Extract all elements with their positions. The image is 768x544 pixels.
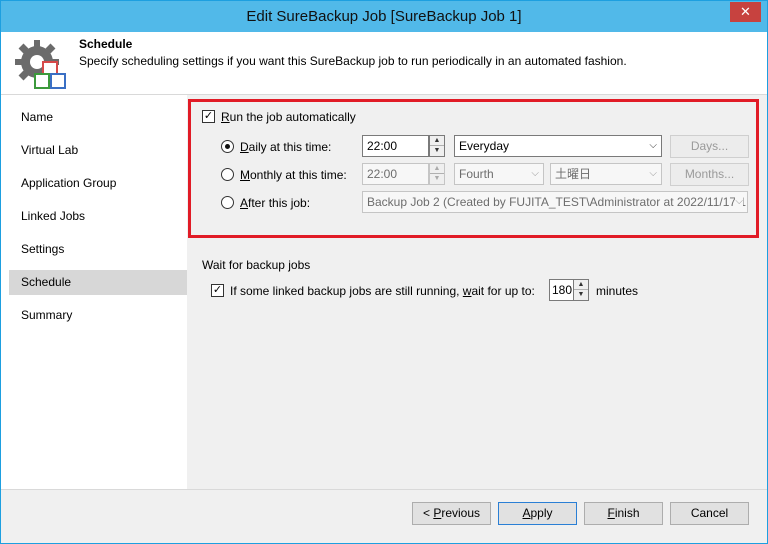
after-job-radio[interactable] [221, 196, 234, 209]
spin-down-icon[interactable]: ▼ [574, 290, 588, 300]
daily-time-input[interactable]: 22:00 [362, 135, 429, 157]
previous-pre: < [422, 506, 434, 520]
chevron-down-icon: ⌵ [531, 168, 539, 179]
monthly-time-input[interactable]: 22:00 [362, 163, 429, 185]
monthly-label-text: onthly at this time: [250, 168, 347, 182]
monthly-radio[interactable] [221, 168, 234, 181]
after-job-select[interactable]: Backup Job 2 (Created by FUJITA_TEST\Adm… [362, 191, 748, 213]
sidebar-item-application-group[interactable]: Application Group [9, 171, 187, 196]
apply-post: pply [530, 506, 553, 520]
wait-minutes-input[interactable]: 180 [549, 279, 574, 301]
apply-button[interactable]: Apply [498, 502, 577, 525]
run-automatically-label: Run the job automatically [221, 110, 356, 124]
after-job-value: Backup Job 2 (Created by FUJITA_TEST\Adm… [367, 195, 747, 209]
chevron-down-icon: ⌵ [649, 168, 657, 179]
spin-up-icon[interactable]: ▲ [430, 164, 444, 174]
months-button[interactable]: Months... [670, 163, 749, 186]
daily-label: Daily at this time: [240, 140, 331, 154]
monthly-label: Monthly at this time: [240, 168, 347, 182]
cancel-button[interactable]: Cancel [670, 502, 749, 525]
wait-section-title: Wait for backup jobs [202, 258, 311, 272]
monthly-week-select[interactable]: Fourth ⌵ [454, 163, 544, 185]
sidebar-item-summary[interactable]: Summary [9, 303, 187, 328]
sidebar-item-name[interactable]: Name [9, 105, 187, 130]
spin-down-icon[interactable]: ▼ [430, 146, 444, 156]
footer-divider [1, 489, 767, 490]
after-accesskey: A [240, 196, 249, 210]
wait-label-post: ait for up to: [471, 284, 535, 298]
wait-label-pre: If some linked backup jobs are still run… [230, 284, 463, 298]
after-label-text: fter this job: [248, 196, 311, 210]
dialog-window: Edit SureBackup Job [SureBackup Job 1] ✕… [0, 0, 768, 544]
wait-minutes-unit: minutes [596, 284, 639, 298]
title-bar[interactable]: Edit SureBackup Job [SureBackup Job 1] ✕ [1, 1, 767, 32]
chevron-down-icon: ⌵ [735, 192, 743, 212]
monthly-day-value: 土曜日 [555, 167, 592, 181]
run-auto-label-text: un the job automatically [229, 110, 356, 124]
window-title: Edit SureBackup Job [SureBackup Job 1] [246, 8, 522, 25]
chevron-down-icon: ⌵ [649, 140, 657, 151]
daily-accesskey: D [240, 140, 249, 154]
wizard-header: Schedule Specify scheduling settings if … [1, 32, 767, 95]
monthly-week-value: Fourth [459, 167, 494, 181]
wait-for-jobs-checkbox[interactable]: ✓ [211, 284, 224, 297]
previous-post: revious [441, 506, 481, 520]
sidebar-item-schedule[interactable]: Schedule [9, 270, 187, 295]
run-auto-accesskey: R [221, 110, 230, 124]
run-automatically-checkbox[interactable]: ✓ [202, 110, 215, 123]
wizard-steps-sidebar: Name Virtual Lab Application Group Linke… [1, 95, 187, 489]
wait-for-jobs-label: If some linked backup jobs are still run… [230, 284, 535, 298]
finish-post: inish [614, 506, 640, 520]
wait-minutes-spinner[interactable]: ▲ ▼ [573, 279, 589, 301]
spin-up-icon[interactable]: ▲ [574, 280, 588, 290]
close-button[interactable]: ✕ [730, 2, 761, 22]
spin-down-icon[interactable]: ▼ [430, 174, 444, 184]
daily-frequency-select[interactable]: Everyday ⌵ [454, 135, 662, 157]
gear-with-boxes-icon [15, 40, 66, 89]
header-description: Specify scheduling settings if you want … [79, 54, 627, 68]
previous-button[interactable]: < Previous [412, 502, 491, 525]
after-job-label: After this job: [240, 196, 310, 210]
daily-time-spinner[interactable]: ▲ ▼ [429, 135, 445, 157]
spin-up-icon[interactable]: ▲ [430, 136, 444, 146]
sidebar-item-virtual-lab[interactable]: Virtual Lab [9, 138, 187, 163]
finish-accesskey: F [607, 506, 615, 520]
monthly-day-select[interactable]: 土曜日 ⌵ [550, 163, 662, 185]
daily-label-text: aily at this time: [248, 140, 332, 154]
sidebar-item-linked-jobs[interactable]: Linked Jobs [9, 204, 187, 229]
daily-frequency-value: Everyday [459, 139, 510, 153]
daily-radio[interactable] [221, 140, 234, 153]
monthly-accesskey: M [240, 168, 250, 182]
sidebar-item-settings[interactable]: Settings [9, 237, 187, 262]
monthly-time-spinner[interactable]: ▲ ▼ [429, 163, 445, 185]
apply-accesskey: A [522, 506, 531, 520]
finish-button[interactable]: Finish [584, 502, 663, 525]
days-button[interactable]: Days... [670, 135, 749, 158]
header-title: Schedule [79, 37, 133, 51]
